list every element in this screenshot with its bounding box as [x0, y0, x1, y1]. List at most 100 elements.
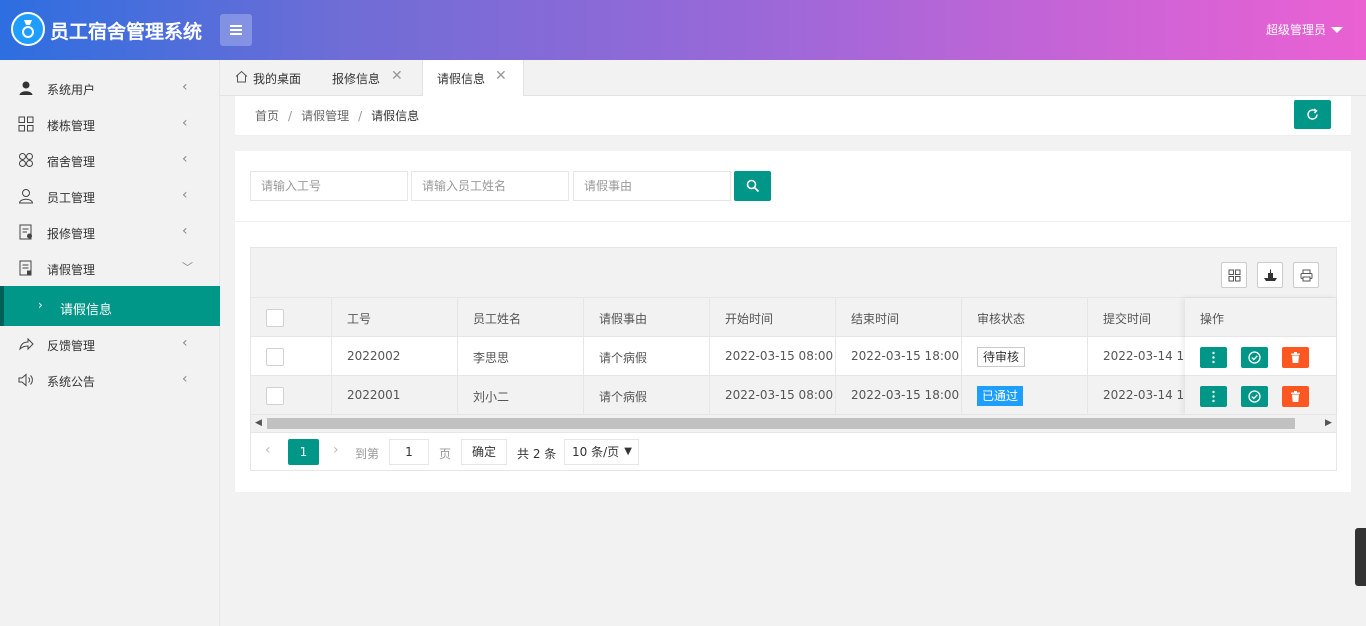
header-cell-select	[251, 298, 332, 337]
cell-text: 刘小二	[473, 390, 510, 404]
print-button[interactable]	[1293, 262, 1319, 288]
table-cell: 2022001	[332, 376, 458, 415]
breadcrumb-separator: /	[358, 109, 363, 123]
sidebar-item-repairs[interactable]: 报修管理 ‹	[0, 214, 220, 250]
breadcrumb-item[interactable]: 请假管理	[301, 109, 349, 123]
floating-widget[interactable]	[1355, 528, 1366, 586]
row-checkbox[interactable]	[266, 348, 284, 366]
share-icon	[19, 337, 34, 351]
page-size-value: 10 条/页	[572, 445, 620, 459]
user-icon	[19, 81, 33, 95]
row-checkbox[interactable]	[266, 387, 284, 405]
table-cell: 2022-03-15 18:00	[836, 376, 962, 415]
more-vertical-icon	[1212, 390, 1215, 403]
chevron-left-icon: ‹	[182, 187, 188, 203]
row-select-cell	[251, 376, 332, 415]
employee-no-input[interactable]	[250, 171, 408, 201]
sidebar-item-label: 报修管理	[47, 227, 96, 241]
close-icon[interactable]: ✕	[391, 68, 403, 84]
sidebar-item-feedback[interactable]: 反馈管理 ‹	[0, 326, 220, 362]
page-number-input[interactable]: 1	[389, 439, 429, 465]
menu-toggle-button[interactable]	[220, 14, 252, 46]
header-cell: 工号	[332, 298, 458, 337]
leave-reason-input[interactable]	[573, 171, 731, 201]
table-cell: 2022002	[332, 337, 458, 376]
more-vertical-icon	[1212, 351, 1215, 364]
table-row: 2022001 刘小二 请个病假 2022-03-15 08:00 2022-0…	[251, 376, 1336, 415]
sidebar-item-announcements[interactable]: 系统公告 ‹	[0, 362, 220, 398]
sidebar-item-dorms[interactable]: 宿舍管理 ‹	[0, 142, 220, 178]
sidebar-item-buildings[interactable]: 楼栋管理 ‹	[0, 106, 220, 142]
actions-column: 操作	[1185, 298, 1336, 415]
table-row: 2022002 李思思 请个病假 2022-03-15 08:00 2022-0…	[251, 337, 1336, 376]
clover-icon	[19, 153, 33, 167]
header-cell: 员工姓名	[458, 298, 584, 337]
table-cell: 2022-03-15 08:00	[710, 376, 836, 415]
cell-text: 2022-03-15 08:00	[725, 388, 834, 402]
header-cell: 操作	[1185, 298, 1336, 337]
speaker-icon	[18, 373, 33, 387]
sidebar-item-label: 宿舍管理	[47, 155, 96, 169]
horizontal-scrollbar[interactable]: ◀ ▶	[251, 415, 1336, 432]
divider	[235, 221, 1351, 222]
header-label: 审核状态	[977, 312, 1026, 326]
cell-text: 请个病假	[599, 351, 648, 365]
person-outline-icon	[18, 189, 34, 204]
tab-home[interactable]: 我的桌面	[220, 60, 316, 96]
sidebar-item-label: 员工管理	[47, 191, 96, 205]
tab-repair-info[interactable]: 报修信息 ✕	[316, 60, 420, 96]
export-button[interactable]	[1257, 262, 1283, 288]
header-cell: 请假事由	[584, 298, 710, 337]
chevron-left-icon: ‹	[182, 115, 188, 131]
breadcrumb-item[interactable]: 首页	[255, 109, 279, 123]
table-header-row: 工号 员工姓名 请假事由 开始时间 结束时间 审核状态 提交时间	[251, 298, 1336, 337]
refresh-button[interactable]	[1294, 100, 1331, 129]
chevron-left-icon: ‹	[182, 151, 188, 167]
search-icon	[746, 179, 760, 193]
caret-down-icon[interactable]	[1331, 27, 1343, 33]
grid-icon	[18, 116, 34, 132]
goto-confirm-button[interactable]: 确定	[461, 439, 507, 465]
breadcrumb: 首页 / 请假管理 / 请假信息	[255, 107, 419, 124]
search-button[interactable]	[734, 171, 771, 201]
tab-label: 请假信息	[437, 72, 486, 86]
sidebar-subitem-leave-info[interactable]: › 请假信息	[0, 286, 220, 326]
approve-button[interactable]	[1241, 347, 1268, 368]
delete-button[interactable]	[1282, 347, 1309, 368]
chevron-left-icon: ‹	[182, 223, 188, 239]
employee-name-input[interactable]	[411, 171, 569, 201]
sidebar-item-leave[interactable]: 请假管理 ﹀	[0, 250, 220, 286]
sidebar-item-system-users[interactable]: 系统用户 ‹	[0, 70, 220, 106]
delete-button[interactable]	[1282, 386, 1309, 407]
cell-text: 2022001	[347, 388, 401, 402]
select-all-checkbox[interactable]	[266, 309, 284, 327]
page-size-select[interactable]: 10 条/页 ▼	[564, 439, 639, 465]
main-card: 工号 员工姓名 请假事由 开始时间 结束时间 审核状态 提交时间 2022002…	[235, 151, 1351, 492]
user-menu[interactable]: 超级管理员	[1266, 21, 1326, 38]
table-cell: 2022-03-15 18:00	[836, 337, 962, 376]
cell-text: 2022-03-15 08:00	[725, 349, 834, 363]
prev-page-icon[interactable]: ‹	[265, 442, 271, 458]
tab-leave-info[interactable]: 请假信息 ✕	[422, 60, 524, 97]
actions-cell	[1185, 376, 1336, 415]
scrollbar-thumb[interactable]	[267, 418, 1295, 429]
columns-filter-button[interactable]	[1221, 262, 1247, 288]
header-label: 工号	[347, 312, 372, 326]
status-badge: 已通过	[977, 386, 1024, 406]
header-cell: 审核状态	[962, 298, 1088, 337]
tab-label: 我的桌面	[253, 72, 302, 86]
next-page-icon[interactable]: ›	[333, 442, 339, 458]
scroll-left-icon[interactable]: ◀	[255, 418, 262, 428]
detail-button[interactable]	[1200, 386, 1227, 407]
page-1-button[interactable]: 1	[288, 439, 319, 465]
header-label: 操作	[1200, 312, 1225, 326]
header-label: 结束时间	[851, 312, 900, 326]
table-cell: 2022-03-15 08:00	[710, 337, 836, 376]
breadcrumb-card: 首页 / 请假管理 / 请假信息	[235, 96, 1351, 136]
detail-button[interactable]	[1200, 347, 1227, 368]
sidebar-item-employees[interactable]: 员工管理 ‹	[0, 178, 220, 214]
approve-button[interactable]	[1241, 386, 1268, 407]
scroll-right-icon[interactable]: ▶	[1325, 418, 1332, 428]
sidebar-item-label: 系统公告	[47, 375, 96, 389]
close-icon[interactable]: ✕	[495, 68, 507, 84]
